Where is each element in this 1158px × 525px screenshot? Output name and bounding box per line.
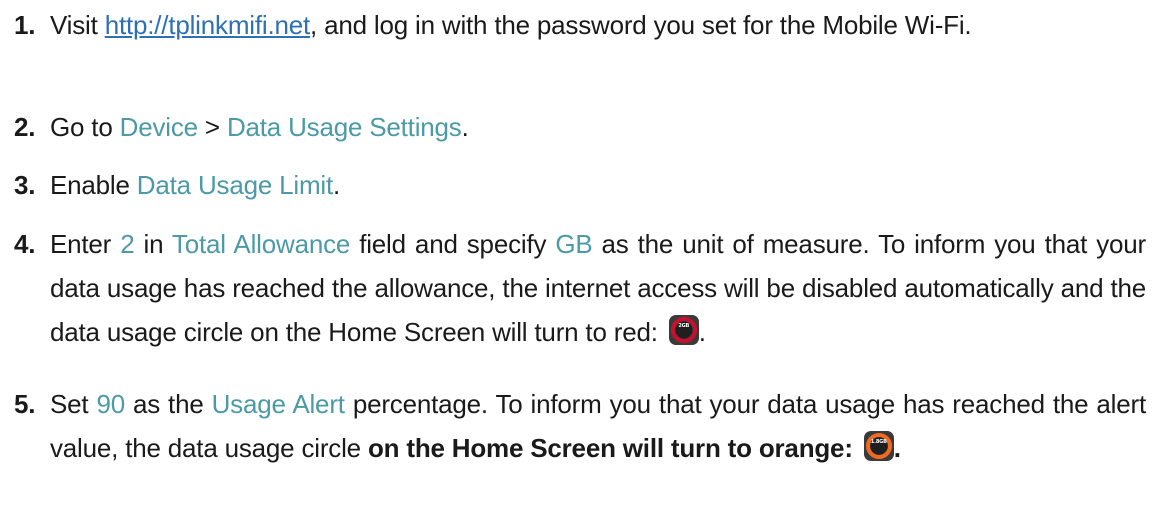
step-text: Visit http://tplinkmifi.net, and log in … (50, 3, 1146, 47)
field-total-allowance: Total Allowance (171, 229, 351, 259)
step-number: 4. (14, 229, 36, 259)
menu-device: Device (119, 112, 198, 142)
text: field and specify (350, 229, 556, 259)
step-text: Go to Device > Data Usage Settings. (50, 105, 1146, 149)
bold-end: . (893, 433, 901, 463)
text: > (197, 112, 227, 142)
step-number: 5. (14, 389, 36, 419)
text: Go to (50, 112, 120, 142)
text: Enter (50, 229, 121, 259)
step-number: 1. (14, 10, 36, 40)
bold-text: on the Home Screen will turn to orange: (367, 433, 860, 463)
icon-label: 2GB (678, 323, 690, 329)
step-5: 5. Set 90 as the Usage Alert percentage.… (0, 382, 1158, 470)
text: , and log in with the password you set f… (310, 10, 972, 40)
menu-data-usage-settings: Data Usage Settings (226, 112, 462, 142)
text: . (698, 317, 706, 347)
tplinkmifi-link[interactable]: http://tplinkmifi.net (105, 10, 311, 40)
step-number: 2. (14, 112, 36, 142)
text: in (134, 229, 172, 259)
step-4: 4. Enter 2 in Total Allowance field and … (0, 222, 1158, 354)
text: Enable (50, 170, 137, 200)
step-1: 1. Visit http://tplinkmifi.net, and log … (0, 3, 1158, 47)
step-2: 2. Go to Device > Data Usage Settings. (0, 105, 1158, 149)
text: . (461, 112, 469, 142)
step-number: 3. (14, 170, 36, 200)
text: Set (50, 389, 97, 419)
data-usage-circle-red-icon: 2GB (668, 315, 699, 345)
data-usage-circle-orange-icon: 1.8GB (863, 431, 894, 461)
step-text: Enter 2 in Total Allowance field and spe… (50, 222, 1146, 354)
text: Visit (50, 10, 105, 40)
field-usage-alert: Usage Alert (211, 389, 345, 419)
step-text: Set 90 as the Usage Alert percentage. To… (50, 382, 1146, 470)
unit-gb: GB (555, 229, 593, 259)
text: as the (124, 389, 212, 419)
step-text: Enable Data Usage Limit. (50, 163, 1146, 207)
step-3: 3. Enable Data Usage Limit. (0, 163, 1158, 207)
allowance-value: 2 (120, 229, 135, 259)
text: . (333, 170, 341, 200)
alert-value: 90 (96, 389, 125, 419)
setting-data-usage-limit: Data Usage Limit (136, 170, 334, 200)
icon-label: 1.8GB (870, 439, 887, 445)
